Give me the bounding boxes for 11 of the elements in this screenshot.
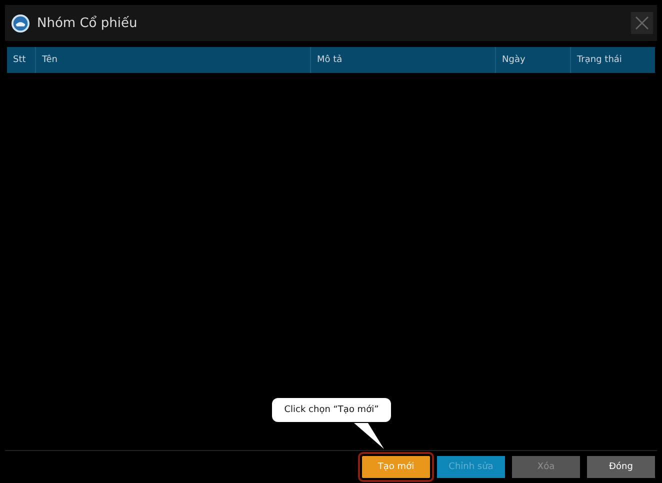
column-header[interactable]: Ngày: [495, 47, 570, 73]
column-header[interactable]: Trạng thái: [570, 47, 655, 73]
close-icon: [635, 16, 649, 30]
column-header[interactable]: Stt: [7, 47, 35, 73]
logo-icon: [11, 14, 30, 32]
close-button[interactable]: Đóng: [587, 456, 655, 478]
callout-tail: [354, 423, 384, 449]
window-title: Nhóm Cổ phiếu: [37, 16, 138, 30]
column-header[interactable]: Mô tả: [310, 47, 495, 73]
column-header[interactable]: Tên: [35, 47, 310, 73]
close-button[interactable]: [631, 12, 653, 34]
